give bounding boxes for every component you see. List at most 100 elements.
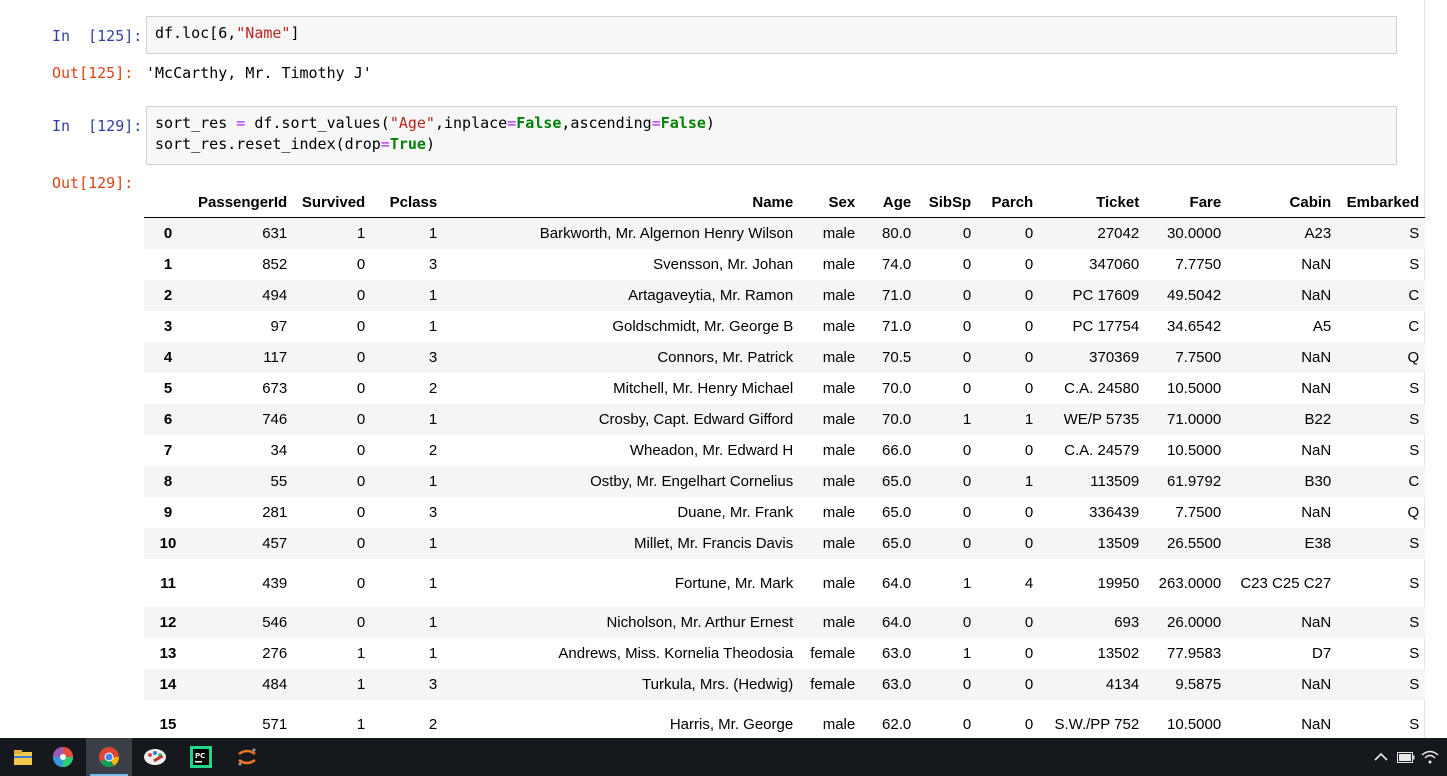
- code-token: df.loc[6,: [155, 24, 237, 42]
- table-cell: 97: [270, 318, 288, 335]
- table-cell: 77.9583: [1166, 645, 1222, 662]
- table-cell: 65.0: [882, 473, 912, 490]
- table-cell: 263.0000: [1158, 574, 1222, 592]
- table-cell: 1: [356, 225, 366, 242]
- table-cell: 13509: [1097, 535, 1140, 552]
- table-cell: 27042: [1097, 225, 1140, 242]
- table-cell: 0: [1024, 318, 1034, 335]
- table-cell: 7.7750: [1175, 256, 1222, 273]
- table-cell: 10.5000: [1166, 442, 1222, 459]
- table-cell: 0: [1024, 442, 1034, 459]
- table-cell: 70.0: [882, 380, 912, 397]
- chrome-icon[interactable]: [86, 738, 132, 776]
- table-cell: NaN: [1301, 380, 1332, 397]
- taskbar: PC: [0, 738, 1447, 776]
- table-cell: 0: [962, 256, 972, 273]
- table-cell: D7: [1312, 645, 1332, 662]
- pycharm-icon[interactable]: PC: [178, 738, 224, 776]
- table-cell: 1: [428, 535, 438, 552]
- column-header: Sex: [799, 188, 862, 218]
- battery-icon[interactable]: [1392, 751, 1420, 763]
- table-cell: Q: [1407, 504, 1420, 521]
- table-cell: 71.0: [882, 287, 912, 304]
- row-index: 1: [163, 256, 173, 273]
- table-cell: NaN: [1301, 287, 1332, 304]
- row-index: 12: [159, 614, 177, 631]
- code-token: ,ascending: [561, 114, 652, 132]
- table-cell: 0: [962, 349, 972, 366]
- code-cell-input[interactable]: sort_res = df.sort_values("Age",inplace=…: [146, 106, 1397, 165]
- table-cell: 0: [1024, 256, 1034, 273]
- input-prompt: In [125]:: [52, 27, 143, 45]
- row-index: 3: [163, 318, 173, 335]
- table-cell: Mitchell, Mr. Henry Michael: [613, 380, 794, 397]
- table-cell: 3: [428, 676, 438, 693]
- table-cell: 0: [356, 535, 366, 552]
- table-cell: 66.0: [882, 442, 912, 459]
- table-cell: 61.9792: [1166, 473, 1222, 490]
- row-index: 6: [163, 411, 173, 428]
- table-cell: 49.5042: [1166, 287, 1222, 304]
- code-token: ,inplace: [434, 114, 508, 132]
- table-cell: 2: [428, 715, 438, 733]
- table-cell: 2: [428, 442, 438, 459]
- wifi-icon[interactable]: [1420, 750, 1440, 764]
- table-cell: male: [822, 380, 856, 397]
- table-cell: male: [822, 256, 856, 273]
- table-cell: 0: [1024, 614, 1034, 631]
- row-index: 2: [163, 287, 173, 304]
- column-header: Fare: [1145, 188, 1228, 218]
- paint-app-icon[interactable]: [132, 738, 178, 776]
- show-hidden-icons-chevron-icon[interactable]: [1370, 752, 1392, 762]
- table-cell: 1: [1024, 411, 1034, 428]
- code-token: =: [236, 114, 246, 132]
- table-cell: PC 17754: [1072, 318, 1140, 335]
- table-cell: 7.7500: [1175, 504, 1222, 521]
- code-line: sort_res = df.sort_values("Age",inplace=…: [155, 113, 1388, 134]
- table-row: 4 117 0 3 Connors, Mr. Patrick male 70.5 0 0 3703…: [144, 342, 1426, 373]
- table-cell: 1: [962, 411, 972, 428]
- row-index: 9: [163, 504, 173, 521]
- table-cell: 55: [270, 473, 288, 490]
- table-cell: C: [1408, 318, 1420, 335]
- code-cell-input[interactable]: df.loc[6,"Name"]: [146, 16, 1397, 54]
- table-cell: 34.6542: [1166, 318, 1222, 335]
- table-cell: 0: [356, 411, 366, 428]
- table-cell: 0: [356, 473, 366, 490]
- table-cell: 3: [428, 349, 438, 366]
- table-cell: Q: [1407, 349, 1420, 366]
- table-cell: 3: [428, 256, 438, 273]
- table-cell: 0: [356, 287, 366, 304]
- index-header-blank: [144, 188, 192, 218]
- table-cell: C: [1408, 473, 1420, 490]
- table-cell: NaN: [1301, 715, 1332, 733]
- table-cell: 1: [1024, 473, 1034, 490]
- table-cell: 693: [1114, 614, 1140, 631]
- table-cell: S: [1409, 676, 1420, 693]
- table-cell: male: [822, 225, 856, 242]
- table-cell: 3: [428, 504, 438, 521]
- table-cell: 0: [1024, 225, 1034, 242]
- column-header: Pclass: [371, 188, 444, 218]
- svg-text:PC: PC: [195, 752, 205, 760]
- table-cell: 0: [962, 318, 972, 335]
- table-cell: male: [822, 349, 856, 366]
- table-cell: 71.0: [882, 318, 912, 335]
- jupyter-icon[interactable]: [224, 738, 270, 776]
- dataframe-table: PassengerId Survived Pclass Name Sex Age SibSp…: [144, 188, 1426, 738]
- table-cell: 631: [262, 225, 288, 242]
- color-wheel-app-icon[interactable]: [40, 738, 86, 776]
- table-cell: male: [822, 473, 856, 490]
- table-cell: 4: [1024, 574, 1034, 592]
- table-cell: Fortune, Mr. Mark: [674, 574, 794, 592]
- table-cell: 1: [962, 574, 972, 592]
- table-cell: Crosby, Capt. Edward Gifford: [598, 411, 794, 428]
- table-cell: B22: [1304, 411, 1332, 428]
- table-cell: male: [822, 715, 856, 733]
- code-token: sort_res.reset_index(drop: [155, 135, 381, 153]
- row-index: 7: [163, 442, 173, 459]
- table-cell: 80.0: [882, 225, 912, 242]
- table-cell: 30.0000: [1166, 225, 1222, 242]
- notebook-area: In [125]: df.loc[6,"Name"] Out[125]: 'Mc…: [0, 0, 1447, 738]
- table-cell: 70.5: [882, 349, 912, 366]
